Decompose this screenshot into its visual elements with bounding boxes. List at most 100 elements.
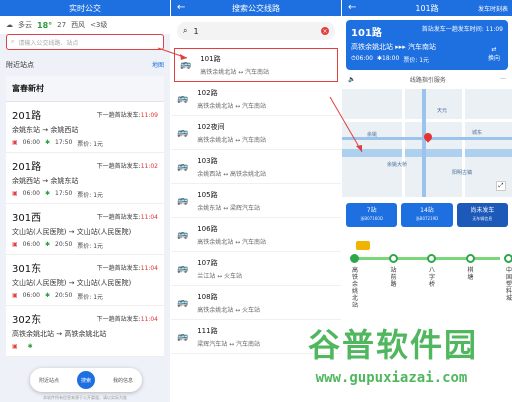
- result-direction: 梁辉汽车站 ↔ 汽车南站: [197, 340, 261, 348]
- result-direction: 高铁余姚北站 ↔ 汽车南站: [200, 68, 270, 76]
- search-result-item[interactable]: 🚌 101路高铁余姚北站 ↔ 汽车南站: [174, 48, 338, 82]
- route-direction: 文山站(人民医院) → 文山站(人民医院): [12, 228, 132, 236]
- nearby-title: 附近站点: [6, 61, 34, 69]
- search-field[interactable]: ⌕ 1 ×: [177, 22, 335, 40]
- route-meta: ▣ 06:00 ✱ 20:50 票价: 1元: [12, 241, 104, 250]
- stops-line: 高铁余姚北站 站前路 八字桥 棋塘 中国塑料城: [346, 235, 512, 319]
- result-direction: 高铁余姚北站 ↔ 汽车南站: [197, 136, 267, 144]
- stop-name[interactable]: 八字桥: [428, 267, 436, 288]
- nav-mine[interactable]: 我的信息: [113, 377, 133, 384]
- guide-bar[interactable]: 🔈 线路指引服务 ···: [342, 70, 512, 89]
- bus-icon: 🚌: [177, 161, 189, 172]
- result-route-name: 101路: [200, 54, 221, 63]
- timetable-link[interactable]: 发车时刻表: [478, 4, 508, 13]
- nearby-header: 附近站点 地图: [0, 50, 170, 73]
- result-route-name: 111路: [197, 326, 218, 335]
- eta-sub: 浙B07160D: [360, 216, 383, 221]
- weather-wind: 西风: [71, 21, 86, 29]
- bus-icon: 🚌: [177, 127, 189, 138]
- next-departure: 下一趟首站发车:11:04: [96, 214, 158, 221]
- route-card[interactable]: 301东 下一趟首站发车:11:04 文山站(人民医院) → 文山站(人民医院) …: [6, 255, 164, 306]
- route-direction: 余姚西站 → 余姚东站: [12, 177, 79, 185]
- route-meta: ▣ ✱: [12, 343, 33, 350]
- back-arrow-icon[interactable]: ←: [177, 2, 185, 13]
- eta-main: 尚未发车: [470, 207, 495, 214]
- page-title: 搜索公交线路: [232, 3, 280, 13]
- nav-search[interactable]: 搜索: [76, 371, 95, 389]
- weather-level: <3级: [90, 21, 108, 29]
- route-meta: ▣ 06:00 ✱ 17:50 票价: 1元: [12, 190, 104, 199]
- route-map[interactable]: 余姚 天元 余姚大桥 阳明古镇 城东 ⤢: [342, 89, 512, 197]
- top-bar: ← 101路 发车时刻表: [342, 0, 512, 16]
- stop-name[interactable]: 高铁余姚北站: [351, 267, 359, 309]
- route-direction: 余姚东站 → 余姚西站: [12, 126, 79, 134]
- route-name: 201路: [12, 111, 42, 122]
- route-card[interactable]: 201路 下一趟首站发车:11:02 余姚西站 → 余姚东站 ▣ 06:00 ✱ 17:…: [6, 153, 164, 204]
- eta-box[interactable]: 7站浙B07160D: [346, 203, 398, 227]
- result-direction: 余姚东站 ↔ 梁辉汽车站: [197, 204, 261, 212]
- watermark-url: www.gupuxiazai.com: [315, 370, 468, 386]
- search-result-item[interactable]: 🚌 105路余姚东站 ↔ 梁辉汽车站: [171, 184, 341, 218]
- bus-icon: 🚌: [177, 331, 189, 342]
- search-query[interactable]: 1: [193, 27, 198, 36]
- search-placeholder: 请输入公交线路、站点: [18, 39, 79, 47]
- search-result-item[interactable]: 🚌 102夜间高铁余姚北站 ↔ 汽车南站: [171, 116, 341, 150]
- stop-dot[interactable]: [427, 254, 436, 263]
- search-result-item[interactable]: 🚌 103路 余姚西站 ↔ 高铁余姚北站: [171, 150, 341, 184]
- weather-desc: 多云: [18, 21, 32, 29]
- route-card[interactable]: 201路 下一趟首站发车:11:09 余姚东站 → 余姚西站 ▣ 06:00 ✱ 17:…: [6, 102, 164, 153]
- stop-dot[interactable]: [504, 254, 512, 263]
- swap-direction-button[interactable]: ⇄ 换向: [488, 46, 500, 62]
- back-arrow-icon[interactable]: ←: [348, 2, 356, 13]
- bus-icon: 🚌: [177, 93, 189, 104]
- expand-icon[interactable]: ⤢: [496, 181, 506, 191]
- bus-icon: 🚌: [180, 59, 192, 70]
- search-result-item[interactable]: 🚌 108路 高铁余姚北站 ↔ 火车站: [171, 286, 341, 320]
- result-route-name: 102夜间: [197, 122, 225, 131]
- clear-icon[interactable]: ×: [321, 27, 329, 35]
- eta-box[interactable]: 14站 浙B07219D: [401, 203, 453, 227]
- stop-dot[interactable]: [465, 254, 475, 263]
- route-times: ⏱06:00 ✱18:00 票价: 1元: [351, 55, 430, 64]
- next-departure: 下一趟首站发车:11:04: [96, 265, 158, 272]
- search-result-item[interactable]: 🚌 107路 兰江站 ↔ 火车站: [171, 252, 341, 286]
- page-title: 101路: [415, 3, 439, 13]
- result-direction: 高铁余姚北站 ↔ 汽车南站: [197, 102, 267, 110]
- next-departure: 下一趟首站发车:11:09: [96, 112, 158, 119]
- result-direction: 高铁余姚北站 ↔ 汽车南站: [197, 238, 267, 246]
- bus-icon: [356, 241, 370, 250]
- footer-note: 本软件所有信息来源于公开渠道，请以实际为准: [43, 395, 127, 400]
- stop-dot[interactable]: [350, 254, 359, 263]
- stop-name[interactable]: 中国塑料城: [505, 267, 512, 302]
- search-result-item[interactable]: 🚌 106路 高铁余姚北站 ↔ 汽车南站: [171, 218, 341, 252]
- result-route-name: 106路: [197, 224, 218, 233]
- eta-sub: 浙B07219D: [415, 216, 439, 221]
- search-input[interactable]: ⌕ 请输入公交线路、站点: [6, 34, 164, 50]
- eta-box[interactable]: 尚未发车 无车辆信息: [456, 203, 508, 227]
- stop-name[interactable]: 站前路: [390, 267, 398, 288]
- stop-dot[interactable]: [388, 254, 398, 263]
- station-title[interactable]: 富春新村: [6, 76, 164, 102]
- bus-icon: 🚌: [177, 195, 189, 206]
- result-direction: 余姚西站 ↔ 高铁余姚北站: [197, 170, 267, 178]
- map-link[interactable]: 地图: [152, 60, 164, 70]
- watermark-text: 谷普软件园: [307, 326, 478, 364]
- result-route-name: 107路: [197, 258, 218, 267]
- route-direction: 文山站(人民医院) → 文山站(人民医院): [12, 279, 132, 287]
- eta-main: 7站: [366, 207, 377, 214]
- route-card[interactable]: 302东 下一趟首站发车:11:04 高铁余姚北站 → 高铁余姚北站 ▣ ✱: [6, 306, 164, 357]
- result-route-name: 105路: [197, 190, 218, 199]
- nav-nearby[interactable]: 附近站点: [39, 377, 59, 384]
- weather-bar: ☁ 多云 18° 27 西风 <3级: [0, 16, 170, 34]
- route-card[interactable]: 301西 下一趟首站发车:11:04 文山站(人民医院) → 文山站(人民医院) …: [6, 204, 164, 255]
- route-meta: ▣ 06:00 ✱ 17:50 票价: 1元: [12, 139, 104, 148]
- route-name: 201路: [12, 162, 42, 173]
- result-direction: 高铁余姚北站 ↔ 火车站: [197, 306, 261, 314]
- search-result-item[interactable]: 🚌 102路高铁余姚北站 ↔ 汽车南站: [171, 82, 341, 116]
- result-route-name: 102路: [197, 88, 218, 97]
- stop-name[interactable]: 棋塘: [467, 267, 475, 281]
- guide-label: 线路指引服务: [409, 77, 446, 84]
- route-name: 301西: [12, 213, 42, 224]
- top-bar: ← 搜索公交线路: [171, 0, 341, 16]
- more-icon[interactable]: ···: [500, 76, 506, 83]
